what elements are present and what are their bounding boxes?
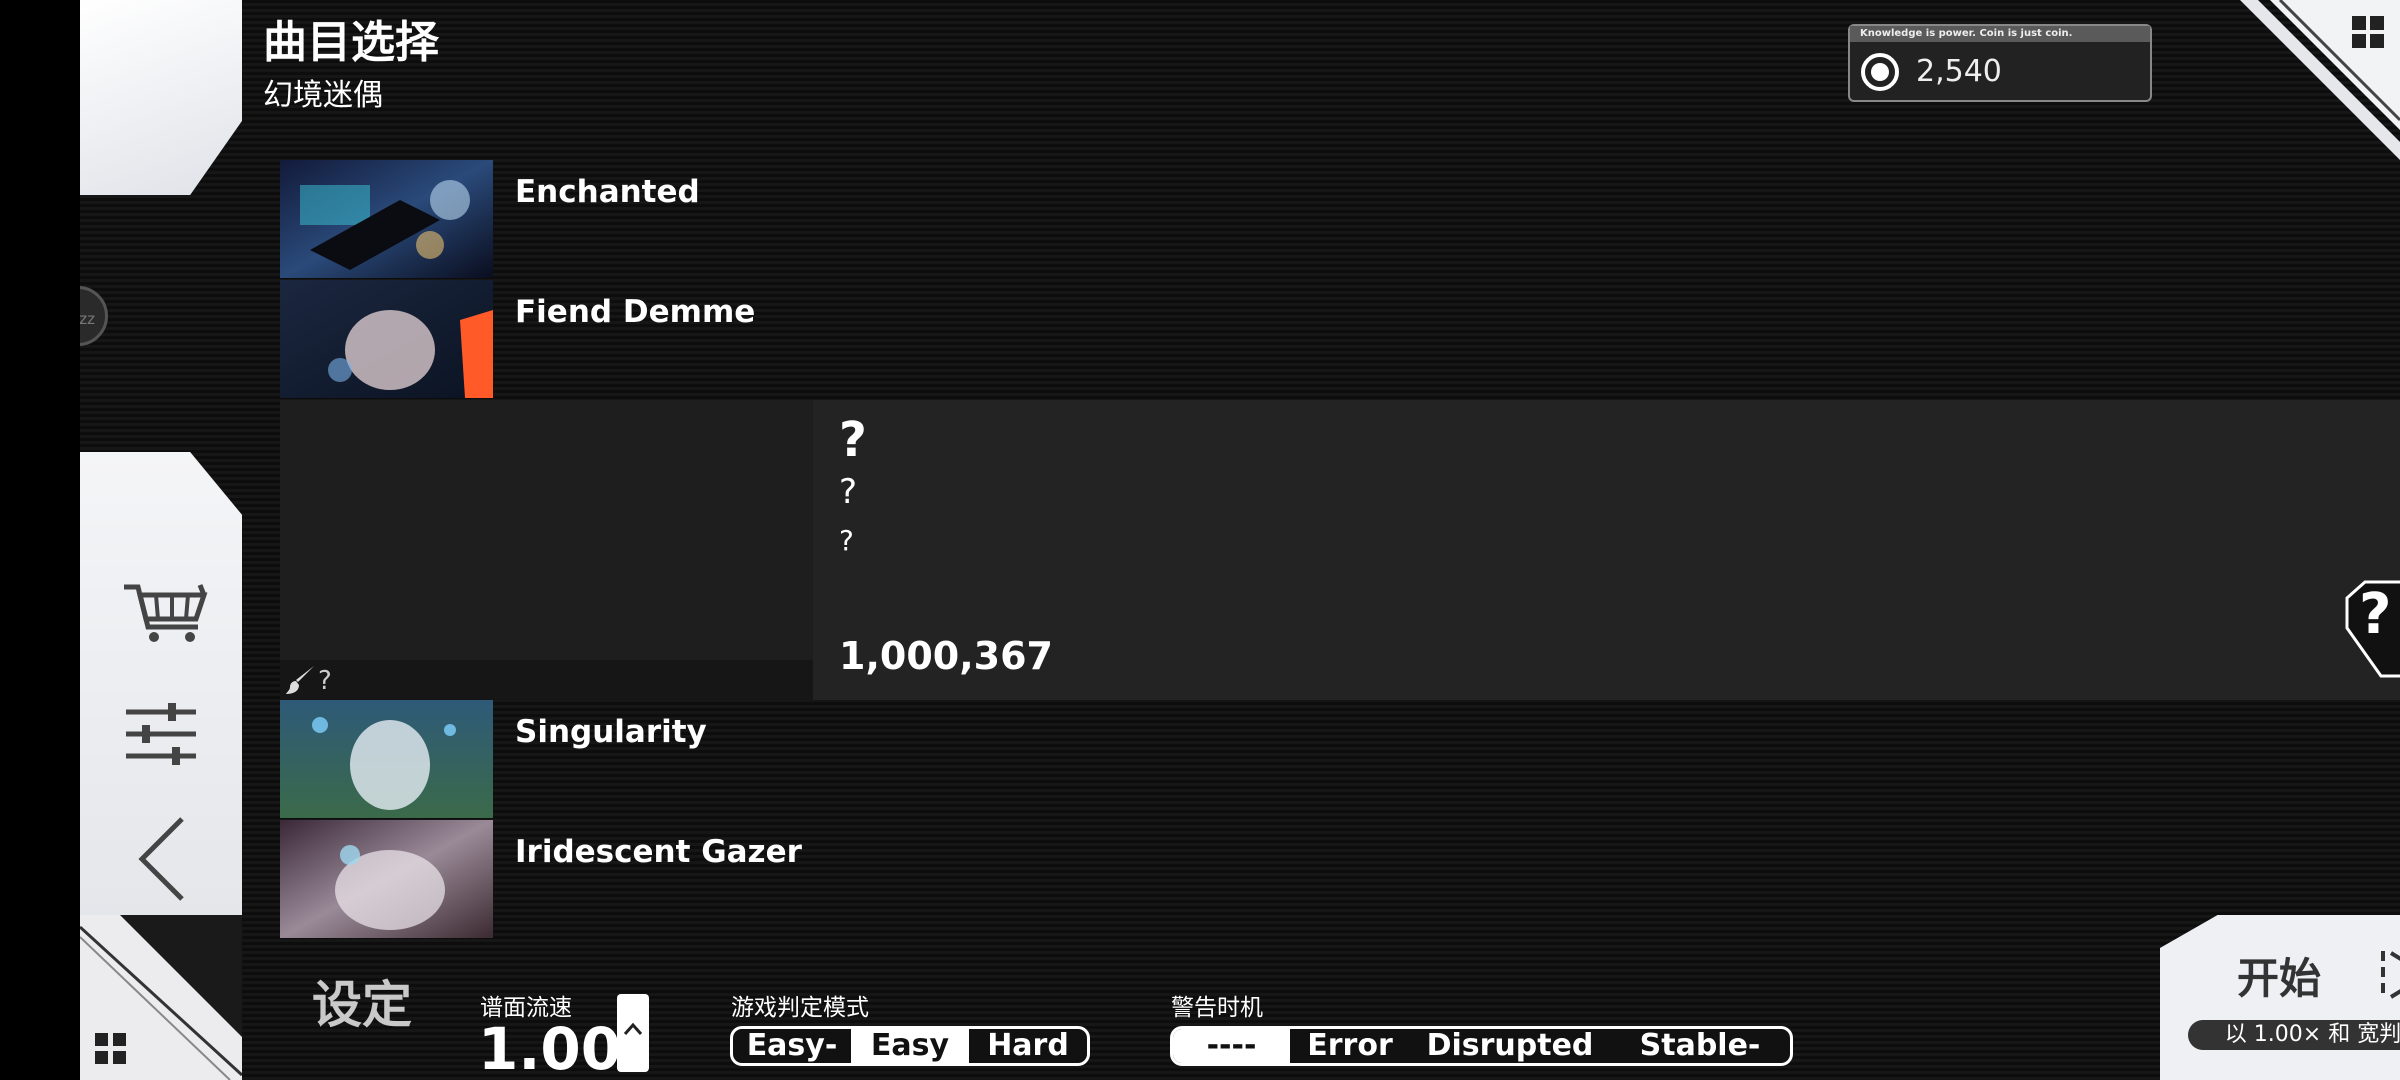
song-title: Iridescent Gazer [515, 834, 802, 870]
back-arrow-icon[interactable] [120, 815, 210, 905]
coin-counter: Knowledge is power. Coin is just coin. 2… [1848, 24, 2152, 102]
song-row-enchanted[interactable]: Enchanted [280, 160, 2400, 278]
game-screen: zz 曲目选择 幻境迷偶 Knowledge is power. Coin is… [80, 0, 2400, 1080]
settings-sliders-icon[interactable] [120, 690, 210, 780]
menu-grid-icon[interactable] [2350, 14, 2386, 50]
coin-icon [1861, 53, 1899, 91]
selected-song-artist: ? [839, 472, 858, 512]
coin-slogan: Knowledge is power. Coin is just coin. [1850, 26, 2150, 42]
judge-mode-selector[interactable]: Easy- Easy Hard [730, 1026, 1090, 1066]
speed-stepper[interactable] [617, 994, 649, 1072]
song-cover-fiend-demme [280, 280, 493, 398]
settings-section-title: 设定 [312, 976, 412, 1034]
brush-icon [286, 666, 314, 694]
round-button-label: zz [80, 310, 95, 328]
start-label: 开始 [2237, 954, 2322, 1003]
illustrator-name: ? [318, 666, 332, 696]
left-top-panel [80, 0, 242, 195]
selected-song-info: ? ? ? 1,000,367 [813, 400, 2400, 700]
song-cover-singularity [280, 700, 493, 818]
best-score: 1,000,367 [839, 634, 1053, 678]
start-button[interactable]: 开始 以 1.00× 和 宽判 [2160, 915, 2400, 1080]
selected-song-title: ? [839, 412, 867, 468]
warn-option-none[interactable]: ---- [1173, 1029, 1290, 1063]
warning-timing-selector[interactable]: ---- Error Disrupted Stable- [1170, 1026, 1793, 1066]
chapter-subtitle: 幻境迷偶 [263, 78, 383, 113]
song-cover-iridescent-gazer [280, 820, 493, 938]
selected-cover [280, 400, 813, 660]
selected-song-charter: ? [839, 524, 854, 557]
start-settings-summary: 以 1.00× 和 宽判 [2188, 1020, 2400, 1050]
judge-option-easy[interactable]: Easy [851, 1029, 969, 1063]
song-row-iridescent-gazer[interactable]: Iridescent Gazer [280, 820, 2400, 938]
chevron-up-icon [623, 1022, 643, 1035]
shop-cart-icon[interactable] [120, 565, 210, 655]
coin-value: 2,540 [1916, 54, 2002, 89]
judge-option-hard[interactable]: Hard [969, 1029, 1087, 1063]
rank-letter: ? [2359, 582, 2392, 647]
warn-option-stable-minus[interactable]: Stable- [1610, 1029, 1790, 1063]
chart-speed-value: 1.00 [478, 1015, 622, 1080]
judge-option-easy-minus[interactable]: Easy- [733, 1029, 851, 1063]
song-title: Fiend Demme [515, 294, 756, 330]
warn-option-error[interactable]: Error [1290, 1029, 1410, 1063]
page-title: 曲目选择 [263, 17, 439, 68]
song-cover-enchanted [280, 160, 493, 278]
profile-round-button[interactable]: zz [80, 286, 108, 346]
grid-menu-icon[interactable] [94, 1032, 128, 1066]
song-row-singularity[interactable]: Singularity [280, 700, 2400, 818]
selected-song-panel[interactable]: ? ? ? ? 1,000,367 [280, 400, 2400, 700]
song-row-fiend-demme[interactable]: Fiend Demme [280, 280, 2400, 398]
illustrator-credit: ? [280, 660, 813, 700]
song-title: Singularity [515, 714, 707, 750]
song-title: Enchanted [515, 174, 700, 210]
warning-timing-label: 警告时机 [1171, 995, 1263, 1021]
judge-mode-label: 游戏判定模式 [731, 995, 869, 1021]
rank-badge: ? ? [2345, 580, 2400, 680]
play-arrow-icon [2381, 951, 2400, 999]
warn-option-disrupted[interactable]: Disrupted [1410, 1029, 1610, 1063]
